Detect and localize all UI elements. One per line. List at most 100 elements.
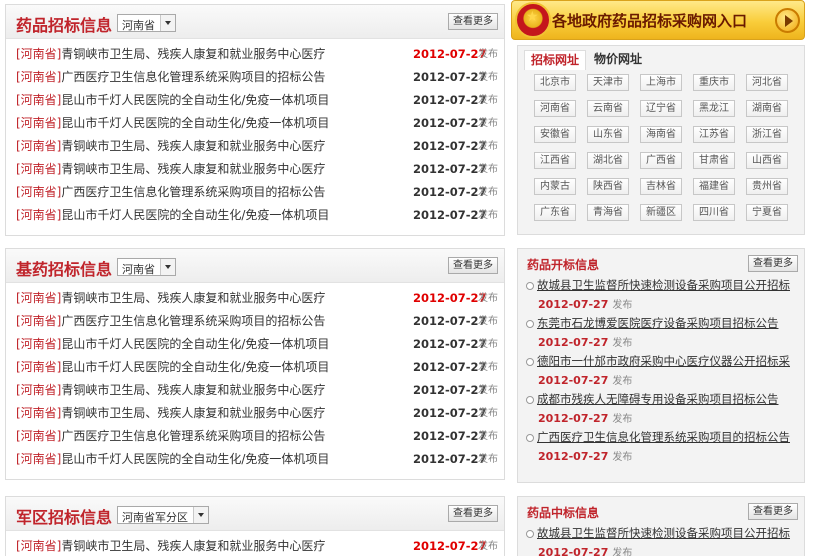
tab-price-urls[interactable]: 物价网址 <box>588 50 648 70</box>
province-button[interactable]: 北京市 <box>534 74 576 91</box>
item-link[interactable]: 青铜峡市卫生局、残疾人康复和就业服务中心医疗 <box>61 162 325 176</box>
list-item[interactable]: [河南省]青铜峡市卫生局、残疾人康复和就业服务中心医疗 2012-07-27 发布 <box>16 379 504 402</box>
region-label[interactable]: [河南省] <box>16 116 61 130</box>
side-item[interactable]: 广西医疗卫生信息化管理系统采购项目的招标公告 <box>524 429 790 445</box>
item-link[interactable]: 故城县卫生监督所快速检测设备采购项目公开招标 <box>537 526 790 540</box>
item-link[interactable]: 昆山市千灯人民医院的全自动生化/免疫一体机项目 <box>61 360 329 374</box>
province-button[interactable]: 青海省 <box>587 204 629 221</box>
region-label[interactable]: [河南省] <box>16 360 61 374</box>
province-button[interactable]: 上海市 <box>640 74 682 91</box>
item-link[interactable]: 广西医疗卫生信息化管理系统采购项目的招标公告 <box>537 430 790 444</box>
region-label[interactable]: [河南省] <box>16 452 61 466</box>
item-link[interactable]: 青铜峡市卫生局、残疾人康复和就业服务中心医疗 <box>61 383 325 397</box>
item-link[interactable]: 故城县卫生监督所快速检测设备采购项目公开招标 <box>537 278 790 292</box>
list-item[interactable]: [河南省]青铜峡市卫生局、残疾人康复和就业服务中心医疗 2012-07-27 发布 <box>16 158 504 181</box>
province-button[interactable]: 江苏省 <box>693 126 735 143</box>
region-label[interactable]: [河南省] <box>16 70 61 84</box>
item-link[interactable]: 青铜峡市卫生局、残疾人康复和就业服务中心医疗 <box>61 47 325 61</box>
item-link[interactable]: 德阳市一什邡市政府采购中心医疗仪器公开招标采 <box>537 354 790 368</box>
region-label[interactable]: [河南省] <box>16 185 61 199</box>
item-link[interactable]: 昆山市千灯人民医院的全自动生化/免疫一体机项目 <box>61 116 329 130</box>
item-link[interactable]: 广西医疗卫生信息化管理系统采购项目的招标公告 <box>61 70 325 84</box>
province-button[interactable]: 浙江省 <box>746 126 788 143</box>
province-button[interactable]: 贵州省 <box>746 178 788 195</box>
side-item[interactable]: 成都市残疾人无障碍专用设备采购项目招标公告 <box>524 391 779 407</box>
more-button[interactable]: 查看更多 <box>448 505 498 522</box>
province-button[interactable]: 广西省 <box>640 152 682 169</box>
more-button[interactable]: 查看更多 <box>448 257 498 274</box>
list-item[interactable]: [河南省]昆山市千灯人民医院的全自动生化/免疫一体机项目 2012-07-27 发布 <box>16 448 504 471</box>
region-label[interactable]: [河南省] <box>16 314 61 328</box>
province-button[interactable]: 福建省 <box>693 178 735 195</box>
province-button[interactable]: 新疆区 <box>640 204 682 221</box>
item-link[interactable]: 昆山市千灯人民医院的全自动生化/免疫一体机项目 <box>61 337 329 351</box>
province-button[interactable]: 辽宁省 <box>640 100 682 117</box>
region-select[interactable]: 河南省军分区 <box>117 506 209 524</box>
list-item[interactable]: [河南省]青铜峡市卫生局、残疾人康复和就业服务中心医疗 2012-07-27 发布 <box>16 43 504 66</box>
province-button[interactable]: 吉林省 <box>640 178 682 195</box>
side-item[interactable]: 德阳市一什邡市政府采购中心医疗仪器公开招标采 <box>524 353 790 369</box>
region-select[interactable]: 河南省 <box>117 258 176 276</box>
region-label[interactable]: [河南省] <box>16 337 61 351</box>
more-button[interactable]: 查看更多 <box>748 255 798 272</box>
region-label[interactable]: [河南省] <box>16 383 61 397</box>
item-link[interactable]: 昆山市千灯人民医院的全自动生化/免疫一体机项目 <box>61 452 329 466</box>
province-button[interactable]: 江西省 <box>534 152 576 169</box>
list-item[interactable]: [河南省]广西医疗卫生信息化管理系统采购项目的招标公告 2012-07-27 发布 <box>16 66 504 89</box>
item-link[interactable]: 昆山市千灯人民医院的全自动生化/免疫一体机项目 <box>61 93 329 107</box>
gov-procurement-banner[interactable]: 各地政府药品招标采购网入口 <box>511 0 805 40</box>
item-link[interactable]: 青铜峡市卫生局、残疾人康复和就业服务中心医疗 <box>61 139 325 153</box>
side-item[interactable]: 故城县卫生监督所快速检测设备采购项目公开招标 <box>524 525 790 541</box>
province-button[interactable]: 陕西省 <box>587 178 629 195</box>
arrow-right-icon[interactable] <box>775 8 800 33</box>
item-link[interactable]: 广西医疗卫生信息化管理系统采购项目的招标公告 <box>61 429 325 443</box>
list-item[interactable]: [河南省]昆山市千灯人民医院的全自动生化/免疫一体机项目 2012-07-27 发布 <box>16 356 504 379</box>
item-link[interactable]: 青铜峡市卫生局、残疾人康复和就业服务中心医疗 <box>61 291 325 305</box>
item-link[interactable]: 青铜峡市卫生局、残疾人康复和就业服务中心医疗 <box>61 539 325 553</box>
item-link[interactable]: 昆山市千灯人民医院的全自动生化/免疫一体机项目 <box>61 208 329 222</box>
list-item[interactable]: [河南省]昆山市千灯人民医院的全自动生化/免疫一体机项目 2012-07-27 发布 <box>16 112 504 135</box>
region-label[interactable]: [河南省] <box>16 47 61 61</box>
list-item[interactable]: [河南省]昆山市千灯人民医院的全自动生化/免疫一体机项目 2012-07-27 发布 <box>16 333 504 356</box>
region-label[interactable]: [河南省] <box>16 162 61 176</box>
list-item[interactable]: [河南省]青铜峡市卫生局、残疾人康复和就业服务中心医疗 2012-07-27 发布 <box>16 287 504 310</box>
province-button[interactable]: 海南省 <box>640 126 682 143</box>
list-item[interactable]: [河南省]广西医疗卫生信息化管理系统采购项目的招标公告 2012-07-27 发布 <box>16 425 504 448</box>
province-button[interactable]: 河南省 <box>534 100 576 117</box>
tab-tender-urls[interactable]: 招标网址 <box>524 50 587 70</box>
province-button[interactable]: 河北省 <box>746 74 788 91</box>
province-button[interactable]: 云南省 <box>587 100 629 117</box>
region-label[interactable]: [河南省] <box>16 406 61 420</box>
province-button[interactable]: 山西省 <box>746 152 788 169</box>
list-item[interactable]: [河南省]昆山市千灯人民医院的全自动生化/免疫一体机项目 2012-07-27 发布 <box>16 204 504 227</box>
region-label[interactable]: [河南省] <box>16 539 61 553</box>
province-button[interactable]: 湖北省 <box>587 152 629 169</box>
list-item[interactable]: [河南省]广西医疗卫生信息化管理系统采购项目的招标公告 2012-07-27 发布 <box>16 181 504 204</box>
region-label[interactable]: [河南省] <box>16 93 61 107</box>
province-button[interactable]: 广东省 <box>534 204 576 221</box>
item-link[interactable]: 青铜峡市卫生局、残疾人康复和就业服务中心医疗 <box>61 406 325 420</box>
item-link[interactable]: 东莞市石龙博爱医院医疗设备采购项目招标公告 <box>537 316 779 330</box>
list-item[interactable]: [河南省]青铜峡市卫生局、残疾人康复和就业服务中心医疗 2012-07-27 发布 <box>16 135 504 158</box>
province-button[interactable]: 宁夏省 <box>746 204 788 221</box>
side-item[interactable]: 东莞市石龙博爱医院医疗设备采购项目招标公告 <box>524 315 779 331</box>
province-button[interactable]: 安徽省 <box>534 126 576 143</box>
province-button[interactable]: 内蒙古 <box>534 178 576 195</box>
list-item[interactable]: [河南省]广西医疗卫生信息化管理系统采购项目的招标公告 2012-07-27 发布 <box>16 310 504 333</box>
list-item[interactable]: [河南省]青铜峡市卫生局、残疾人康复和就业服务中心医疗 2012-07-27 发布 <box>16 402 504 425</box>
province-button[interactable]: 四川省 <box>693 204 735 221</box>
list-item[interactable]: [河南省]昆山市千灯人民医院的全自动生化/免疫一体机项目 2012-07-27 发布 <box>16 89 504 112</box>
province-button[interactable]: 重庆市 <box>693 74 735 91</box>
province-button[interactable]: 黑龙江 <box>693 100 735 117</box>
item-link[interactable]: 广西医疗卫生信息化管理系统采购项目的招标公告 <box>61 314 325 328</box>
list-item[interactable]: [河南省]青铜峡市卫生局、残疾人康复和就业服务中心医疗 2012-07-27 发布 <box>16 535 504 556</box>
province-button[interactable]: 甘肃省 <box>693 152 735 169</box>
item-link[interactable]: 成都市残疾人无障碍专用设备采购项目招标公告 <box>537 392 779 406</box>
province-button[interactable]: 天津市 <box>587 74 629 91</box>
side-item[interactable]: 故城县卫生监督所快速检测设备采购项目公开招标 <box>524 277 790 293</box>
region-label[interactable]: [河南省] <box>16 291 61 305</box>
more-button[interactable]: 查看更多 <box>748 503 798 520</box>
region-label[interactable]: [河南省] <box>16 208 61 222</box>
item-link[interactable]: 广西医疗卫生信息化管理系统采购项目的招标公告 <box>61 185 325 199</box>
region-label[interactable]: [河南省] <box>16 139 61 153</box>
